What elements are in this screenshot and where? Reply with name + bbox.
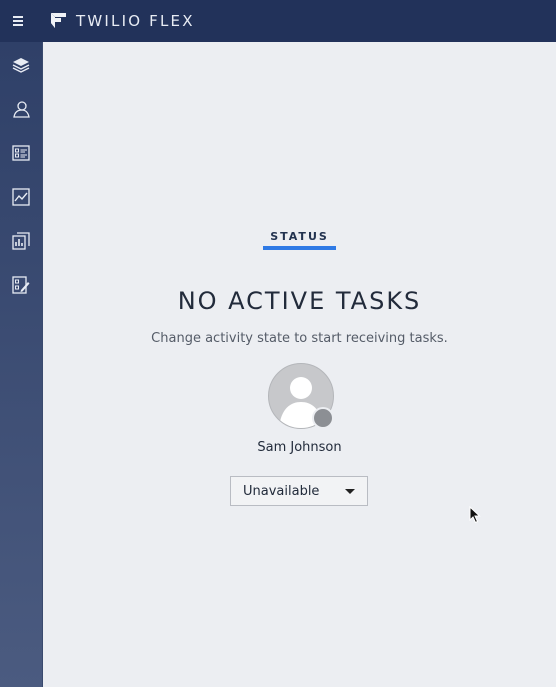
activity-dropdown[interactable]: Unavailable bbox=[230, 476, 368, 506]
edit-checklist-icon bbox=[12, 276, 30, 294]
top-bar: TWILIO FLEX bbox=[0, 0, 556, 42]
mouse-cursor-icon bbox=[469, 506, 481, 524]
sidebar-item-reports[interactable] bbox=[0, 221, 42, 261]
sidebar-item-task-list[interactable] bbox=[0, 133, 42, 173]
page-subtitle: Change activity state to start receiving… bbox=[151, 331, 448, 346]
trend-chart-icon bbox=[12, 188, 30, 206]
agent-name: Sam Johnson bbox=[257, 440, 342, 455]
hamburger-icon[interactable] bbox=[11, 13, 27, 29]
sidebar-item-layers[interactable] bbox=[0, 45, 42, 85]
sidebar-item-edit-checklist[interactable] bbox=[0, 265, 42, 305]
tab-status[interactable]: STATUS bbox=[263, 230, 336, 243]
main-panel: STATUS NO ACTIVE TASKS Change activity s… bbox=[43, 42, 556, 687]
twilio-flex-logo-icon bbox=[51, 13, 66, 28]
contact-icon bbox=[13, 101, 30, 118]
activity-selected-value: Unavailable bbox=[243, 484, 320, 499]
app-title: TWILIO FLEX bbox=[76, 12, 195, 30]
task-list-icon bbox=[12, 145, 30, 161]
page-title: NO ACTIVE TASKS bbox=[177, 287, 422, 315]
sidebar-item-trend-chart[interactable] bbox=[0, 177, 42, 217]
caret-down-icon bbox=[345, 489, 355, 494]
reports-icon bbox=[12, 232, 30, 250]
sidebar bbox=[0, 42, 43, 687]
sidebar-item-contact[interactable] bbox=[0, 89, 42, 129]
presence-status-indicator bbox=[312, 407, 334, 429]
tab-active-indicator bbox=[263, 246, 336, 250]
layers-icon bbox=[12, 58, 30, 73]
